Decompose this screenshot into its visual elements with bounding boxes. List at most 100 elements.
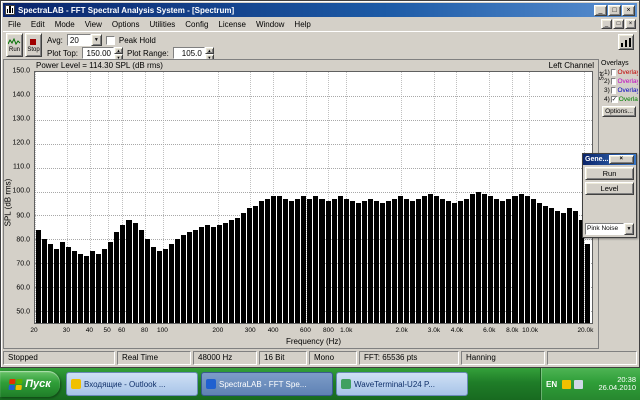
overlay-row: 4)✓Overlay 3 <box>604 95 638 104</box>
avg-select[interactable]: 20 ▼ <box>66 34 102 46</box>
plot-range-stepper[interactable]: 105.0 ▲ ▼ <box>172 47 214 61</box>
overlays-header: Overlays <box>601 60 629 67</box>
spectrum-bar <box>168 244 174 323</box>
windows-logo-icon <box>8 378 23 390</box>
spectrum-bar <box>78 253 84 323</box>
task-icon <box>341 379 351 389</box>
spectrum-bar <box>60 241 66 323</box>
overlay-options-button[interactable]: Options... <box>602 106 636 117</box>
menu-item-help[interactable]: Help <box>289 20 315 29</box>
y-tick-label: 130.0 <box>12 115 30 123</box>
menu-item-mode[interactable]: Mode <box>50 20 80 29</box>
spectrum-bar <box>253 205 259 323</box>
spectrum-bar <box>379 203 385 323</box>
spectrum-bar <box>108 241 114 323</box>
meter-button[interactable] <box>618 34 634 50</box>
generator-level-button[interactable]: Level <box>585 182 634 195</box>
run-button[interactable]: Run <box>6 33 23 57</box>
menu-item-edit[interactable]: Edit <box>26 20 50 29</box>
stop-button[interactable]: Stop <box>25 33 42 57</box>
y-tick-label: 120.0 <box>12 139 30 147</box>
spectrum-bar <box>319 198 325 323</box>
overlay-checkbox-1[interactable] <box>610 69 617 76</box>
x-tick-label: 30 <box>62 327 70 334</box>
spectrum-bar <box>96 253 102 323</box>
spectrum-bar <box>428 193 434 323</box>
x-tick-label: 10.0k <box>522 327 539 334</box>
menu-item-options[interactable]: Options <box>107 20 145 29</box>
generator-title: Gene... <box>585 156 609 163</box>
spectrum-bar <box>488 196 494 323</box>
spectrum-bar <box>277 196 283 323</box>
menu-item-utilities[interactable]: Utilities <box>144 20 180 29</box>
generator-run-button[interactable]: Run <box>585 167 634 180</box>
spectrum-bar <box>150 246 156 323</box>
close-icon[interactable]: × <box>622 4 635 16</box>
spectrum-bar <box>313 196 319 323</box>
spectrum-bar <box>90 251 96 323</box>
clock[interactable]: 20:38 26.04.2010 <box>598 376 636 392</box>
mdi-close-icon[interactable]: × <box>625 19 636 29</box>
menu-item-license[interactable]: License <box>213 20 251 29</box>
spectrum-bar <box>84 256 90 323</box>
overlay-checkbox-4[interactable]: ✓ <box>610 96 618 103</box>
x-tick-label: 1.0k <box>340 327 353 334</box>
task-button[interactable]: Входящие - Outlook ... <box>66 372 198 396</box>
spectrum-bar <box>301 196 307 323</box>
y-tick-label: 100.0 <box>12 187 30 195</box>
spectrum-bar <box>156 251 162 323</box>
tray-volume-icon[interactable] <box>574 379 584 389</box>
overlay-row: 2)Overlay 1 <box>604 77 638 86</box>
overlay-checkbox-2[interactable] <box>610 78 617 85</box>
menu-item-view[interactable]: View <box>80 20 107 29</box>
peak-hold-label: Peak Hold <box>118 35 156 45</box>
y-axis-ticks: 150.0 140.0 130.0 120.0 110.0 100.0 90.0 80.0 70… <box>4 68 32 324</box>
minimize-icon[interactable]: _ <box>594 4 607 16</box>
x-tick-label: 8.0k <box>506 327 519 334</box>
plot-top-value[interactable]: 150.00 <box>81 47 114 59</box>
spectrum-bar <box>367 198 373 323</box>
spectrum-bar <box>180 234 186 323</box>
task-button[interactable]: SpectraLAB - FFT Spe... <box>201 372 333 396</box>
chevron-down-icon[interactable]: ▼ <box>624 223 634 235</box>
menu-item-config[interactable]: Config <box>180 20 213 29</box>
peak-hold-checkbox[interactable] <box>105 35 115 45</box>
close-icon[interactable]: × <box>608 155 634 164</box>
overlay-label: Overlay 1 <box>617 69 638 76</box>
language-indicator[interactable]: EN <box>544 379 559 390</box>
maximize-icon[interactable]: □ <box>608 4 621 16</box>
x-axis-label: Frequency (Hz) <box>285 337 342 346</box>
spectrum-bar <box>126 220 132 323</box>
tray-app-icon[interactable] <box>562 379 572 389</box>
mdi-minimize-icon[interactable]: _ <box>601 19 612 29</box>
task-label: SpectraLAB - FFT Spe... <box>219 379 307 389</box>
spectrum-bar <box>331 198 337 323</box>
plot-top-label: Plot Top: <box>47 48 78 58</box>
run-button-label: Run <box>8 46 20 53</box>
overlay-checkbox-3[interactable] <box>610 87 617 94</box>
chevron-down-icon[interactable]: ▼ <box>90 34 102 46</box>
spectrum-bar <box>434 196 440 323</box>
spectrum-bar <box>144 239 150 323</box>
plot-range-value[interactable]: 105.0 <box>172 47 205 59</box>
spin-up-icon[interactable]: ▲ <box>204 47 214 54</box>
spectrum-bar <box>584 244 590 323</box>
menu-item-window[interactable]: Window <box>251 20 289 29</box>
plot-top-stepper[interactable]: 150.00 ▲ ▼ <box>81 47 123 61</box>
spectrum-bar <box>192 229 198 323</box>
spectrum-bar <box>72 251 78 323</box>
mdi-restore-icon[interactable]: □ <box>613 19 624 29</box>
menu-item-file[interactable]: File <box>3 20 26 29</box>
generator-title-bar[interactable]: Gene... × <box>583 154 636 165</box>
task-label: WaveTerminal-U24 P... <box>354 379 435 389</box>
start-button[interactable]: Пуск <box>0 371 60 397</box>
spectrum-bar <box>385 201 391 323</box>
task-button[interactable]: WaveTerminal-U24 P... <box>336 372 468 396</box>
spectrum-bar <box>283 198 289 323</box>
spin-up-icon[interactable]: ▲ <box>113 47 123 54</box>
spectrum-bar <box>542 205 548 323</box>
spectrum-bar <box>210 227 216 323</box>
spectrum-bar <box>198 227 204 323</box>
spectrum-bar <box>536 203 542 323</box>
generator-signal-select[interactable]: Pink Noise ▼ <box>585 223 634 235</box>
